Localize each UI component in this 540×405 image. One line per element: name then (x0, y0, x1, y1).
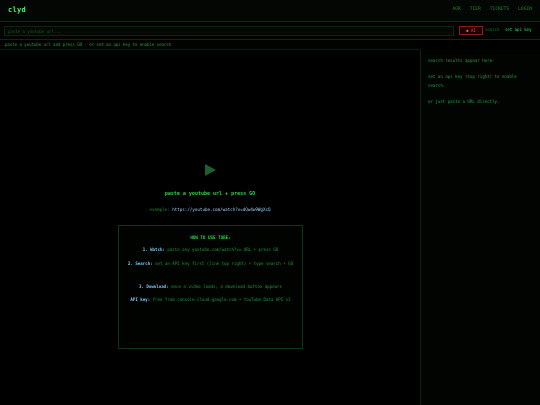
step-label: API key: (130, 297, 151, 302)
nav-link-agr[interactable]: AGR (452, 7, 460, 12)
example-url[interactable]: https://youtube.com/watch?v=dQw4w9WgXcQ (172, 207, 270, 212)
play-icon[interactable] (205, 164, 216, 176)
search-toolbar: ● AI search set api key (0, 22, 540, 40)
step-text: free from console.cloud.google.com + You… (152, 297, 291, 302)
sidebar-url-note: or just paste a URL directly. (428, 99, 500, 104)
step-text: set an API key first (line top right) + … (155, 261, 294, 266)
video-player-area: paste a youtube url + press GO example: … (0, 50, 420, 405)
nav-link-login[interactable]: LOGIN (518, 7, 532, 12)
step-label: 3. Download: (139, 284, 169, 289)
nav-links: AGR TIER TICKETS LOGIN (452, 7, 532, 12)
how-to-step-search: 2. Search: set an API key first (line to… (123, 260, 298, 269)
step-text: paste any youtube.com/watch?v= URL + pre… (167, 247, 279, 252)
hint-bar: paste a youtube url and press GO · or se… (0, 40, 420, 50)
sidebar-api-key-note: set an api key (top right) to enable sea… (428, 74, 517, 88)
how-to-step-watch: 1. Watch: paste any youtube.com/watch?v=… (123, 246, 298, 255)
search-button[interactable]: search (485, 27, 499, 32)
url-input[interactable] (4, 26, 454, 36)
results-sidebar: search results appear here. set an api k… (420, 50, 540, 405)
set-api-key-button[interactable]: set api key (505, 27, 532, 32)
nav-link-tier[interactable]: TIER (470, 7, 481, 12)
example-line: example: https://youtube.com/watch?v=dQw… (0, 207, 420, 212)
how-to-step-api-key: API key: free from console.cloud.google.… (123, 296, 298, 305)
how-to-box: HOW TO USE TUBE: 1. Watch: paste any you… (118, 225, 303, 349)
step-text: once a video loads, a download button ap… (171, 284, 282, 289)
nav-link-tickets[interactable]: TICKETS (490, 7, 509, 12)
app-logo[interactable]: clyd (8, 6, 26, 14)
how-to-title: HOW TO USE TUBE: (190, 235, 231, 240)
sidebar-results-note: search results appear here. (428, 58, 495, 63)
tube-app: clyd AGR TIER TICKETS LOGIN ● AI search … (0, 0, 540, 405)
how-to-step-download: 3. Download: once a video loads, a downl… (123, 283, 298, 292)
step-label: 1. Watch: (142, 247, 165, 252)
top-nav: clyd AGR TIER TICKETS LOGIN (0, 0, 540, 22)
ai-toggle-button[interactable]: ● AI (459, 26, 483, 35)
example-label: example: (149, 207, 170, 212)
hint-text: paste a youtube url and press GO · or se… (5, 42, 172, 47)
step-label: 2. Search: (127, 261, 153, 266)
player-prompt: paste a youtube url + press GO (164, 191, 256, 197)
